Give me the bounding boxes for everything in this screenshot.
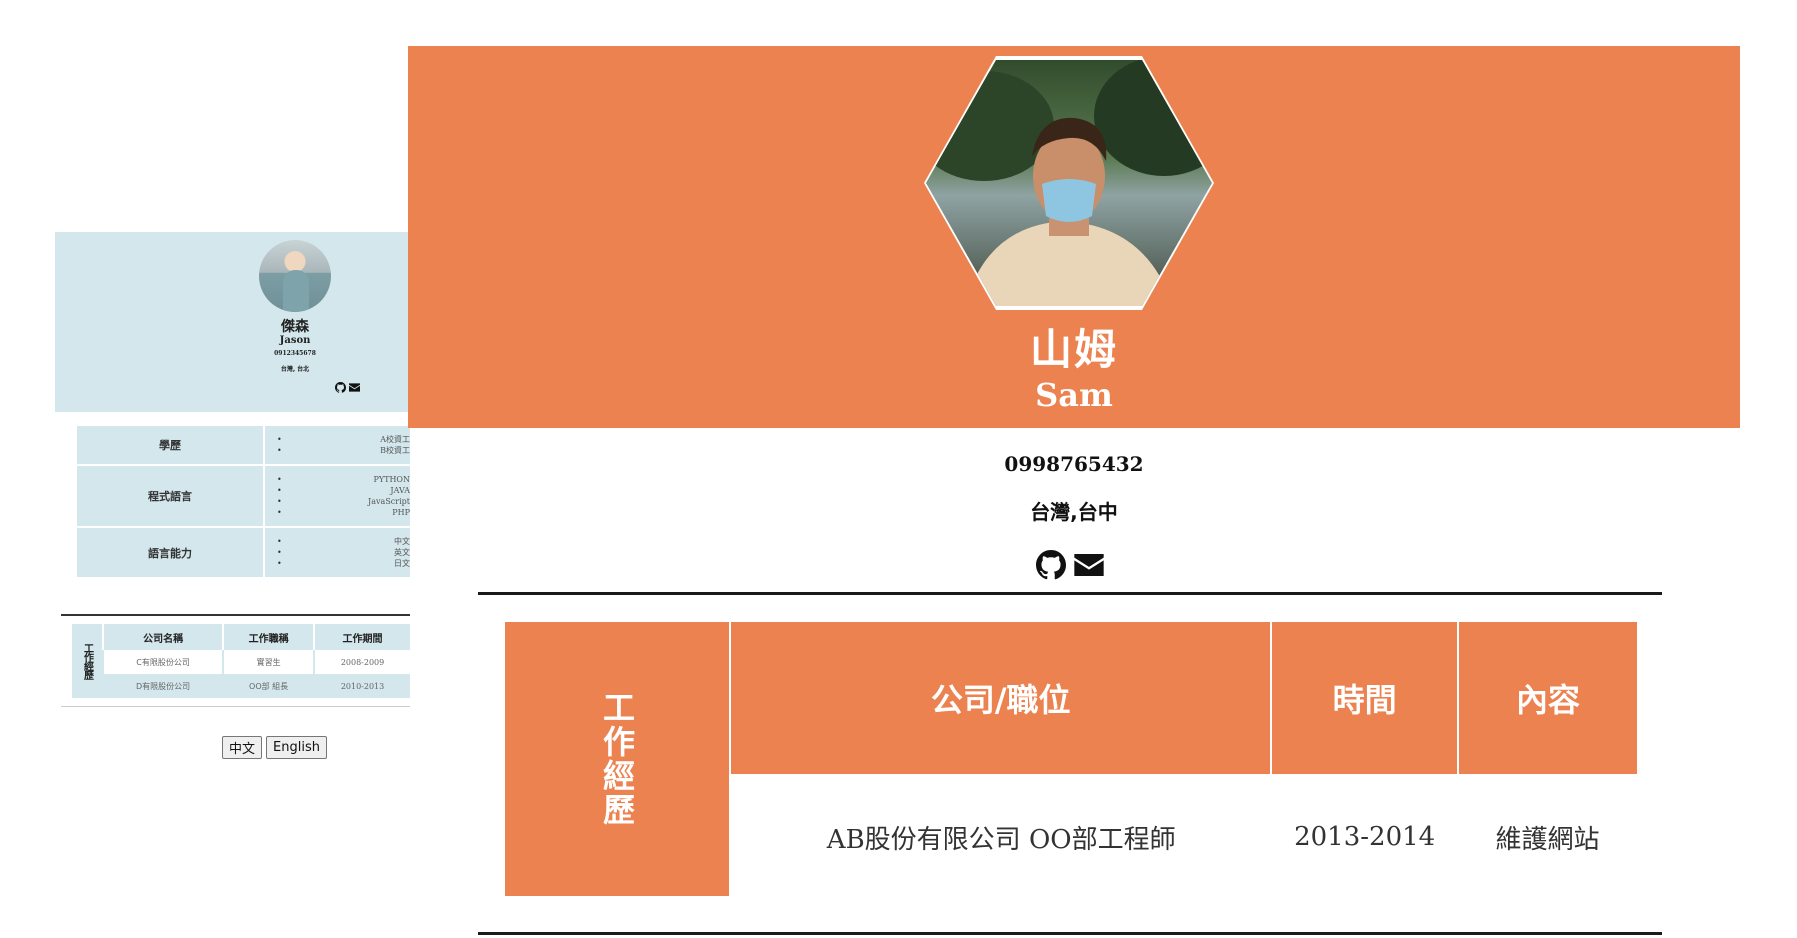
skill-item: B校資工 xyxy=(380,446,410,455)
name-english: Sam xyxy=(1035,376,1113,414)
avatar-hexagon xyxy=(924,56,1214,310)
small-resume-preview: 傑森 Jason 0912345678 台灣, 台北 學歷 • A校資工 • B校資… xyxy=(0,0,410,938)
skill-label: 學歷 xyxy=(77,426,265,464)
table-row: C有限股份公司 實習生 2008-2009 xyxy=(101,650,410,674)
address: 台灣,台中 xyxy=(1030,500,1118,524)
name-chinese: 傑森 xyxy=(281,319,309,335)
table-cell: 2008-2009 xyxy=(313,650,410,674)
large-resume-header: 山姆 Sam xyxy=(408,46,1740,428)
work-experience-label: 工作經歷 xyxy=(81,643,93,679)
divider xyxy=(478,592,1662,595)
skill-label: 語言能力 xyxy=(77,528,265,577)
table-row: D有限股份公司 OO部 組長 2010-2013 xyxy=(101,674,410,698)
phone-number: 0998765432 xyxy=(1004,452,1144,476)
skill-row-languages: 語言能力 • 中文 • 英文 • 日文 xyxy=(77,528,410,579)
table-cell: 2013-2014 xyxy=(1294,822,1436,852)
work-experience-table: 公司/職位 時間 內容 AB股份有限公司 OO部工程師 2013-2014 維護… xyxy=(731,622,1637,900)
divider xyxy=(61,614,410,616)
chinese-language-button[interactable]: 中文 xyxy=(222,736,263,759)
table-row: AB股份有限公司 OO部工程師 2013-2014 維護網站 xyxy=(731,774,1637,900)
avatar xyxy=(259,240,331,312)
table-cell: 維護網站 xyxy=(1495,824,1600,855)
address: 台灣, 台北 xyxy=(280,366,310,373)
column-header: 內容 xyxy=(1456,622,1637,774)
table-cell: D有限股份公司 xyxy=(101,674,224,698)
table-cell: 實習生 xyxy=(222,650,315,674)
small-resume-header: 傑森 Jason 0912345678 台灣, 台北 xyxy=(55,232,410,412)
contact-icons xyxy=(335,382,360,393)
divider xyxy=(478,932,1662,935)
name-chinese: 山姆 xyxy=(1029,325,1118,374)
language-switcher: 中文 English xyxy=(222,736,327,759)
envelope-icon[interactable] xyxy=(1074,554,1104,576)
skill-item: A校資工 xyxy=(380,435,410,444)
column-header: 公司名稱 xyxy=(101,624,224,650)
skill-item: PYTHON xyxy=(373,475,410,484)
column-header: 時間 xyxy=(1270,622,1458,774)
english-language-button[interactable]: English xyxy=(266,736,327,759)
github-icon[interactable] xyxy=(1036,550,1066,580)
name-english: Jason xyxy=(279,335,311,346)
column-header: 工作期間 xyxy=(313,624,410,650)
work-experience-label-text: 工作經歷 xyxy=(598,691,636,827)
skill-row-education: 學歷 • A校資工 • B校資工 xyxy=(77,426,410,466)
phone-number: 0912345678 xyxy=(274,350,316,357)
work-experience-table: 公司名稱 工作職稱 工作期間 C有限股份公司 實習生 2008-2009 D有限… xyxy=(101,624,410,698)
skills-table: 學歷 • A校資工 • B校資工 程式語言 • PYTHON • JAVA • JavaS… xyxy=(77,426,410,579)
skill-item: JavaScript xyxy=(368,497,410,506)
table-cell: AB股份有限公司 OO部工程師 xyxy=(826,824,1176,855)
skill-label: 程式語言 xyxy=(77,466,265,526)
column-header: 工作職稱 xyxy=(222,624,315,650)
divider xyxy=(61,706,410,707)
skill-row-programming: 程式語言 • PYTHON • JAVA • JavaScript • PHP xyxy=(77,466,410,528)
github-icon[interactable] xyxy=(335,382,346,393)
work-experience-label: 工作經歷 xyxy=(505,622,729,896)
large-resume-preview: 山姆 Sam 0998765432 台灣,台中 工作經歷 公司/職位 時間 內容… xyxy=(408,0,1797,938)
table-cell: OO部 組長 xyxy=(222,674,315,698)
table-cell: C有限股份公司 xyxy=(101,650,224,674)
work-experience-section: 工作經歷 公司名稱 工作職稱 工作期間 C有限股份公司 實習生 2008-200… xyxy=(72,624,410,698)
column-header: 公司/職位 xyxy=(731,622,1272,774)
contact-icons xyxy=(1036,550,1104,580)
envelope-icon[interactable] xyxy=(349,382,360,393)
table-cell: 2010-2013 xyxy=(313,674,410,698)
